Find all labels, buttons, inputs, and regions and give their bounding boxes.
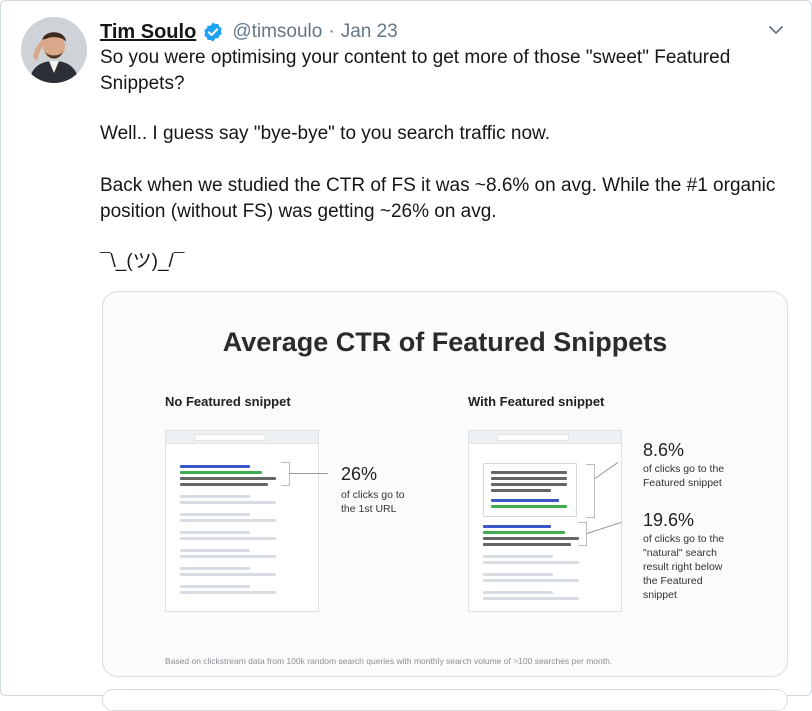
author-name[interactable]: Tim Soulo — [100, 21, 196, 44]
tweet: Tim Soulo @timsoulo · Jan 23 So you were… — [0, 0, 812, 711]
separator-dot: · — [328, 21, 335, 42]
natural-ctr-value: 19.6% — [643, 510, 695, 530]
verified-badge-icon — [202, 21, 224, 43]
connector-line — [290, 473, 328, 474]
with-snippet-label: With Featured snippet — [468, 394, 605, 409]
tweet-text-paragraph: Back when we studied the CTR of FS it wa… — [100, 175, 776, 222]
tweet-image-card[interactable]: Average CTR of Featured Snippets No Feat… — [102, 291, 788, 677]
tweet-text-paragraph: Well.. I guess say "bye-bye" to you sear… — [100, 123, 550, 144]
tweet-text-paragraph: So you were optimising your content to g… — [100, 47, 731, 94]
bracket — [586, 464, 595, 518]
bracket — [578, 522, 587, 546]
tweet-header: Tim Soulo @timsoulo · Jan 23 — [100, 17, 398, 47]
next-card-edge — [102, 689, 788, 711]
natural-ctr-description: of clicks go to the "natural" search res… — [643, 533, 725, 601]
serp-mock-no-snippet — [165, 430, 319, 612]
author-avatar[interactable] — [21, 17, 87, 83]
serp-mock-with-snippet — [468, 430, 622, 612]
left-ctr-description: of clicks go to the 1st URL — [341, 489, 405, 515]
card-title: Average CTR of Featured Snippets — [222, 327, 668, 357]
no-snippet-label: No Featured snippet — [165, 394, 291, 409]
left-ctr-value: 26% — [341, 464, 378, 484]
tweet-text-shrug: ¯\_(ツ)_/¯ — [100, 251, 185, 272]
card-footnote: Based on clickstream data from 100k rand… — [165, 656, 613, 666]
snippet-ctr-description: of clicks go to the Featured snippet — [643, 463, 725, 489]
bracket — [281, 462, 290, 486]
chevron-down-icon[interactable] — [765, 19, 787, 41]
snippet-ctr-value: 8.6% — [643, 440, 685, 460]
author-handle[interactable]: @timsoulo — [232, 21, 322, 43]
tweet-date[interactable]: Jan 23 — [341, 21, 398, 43]
